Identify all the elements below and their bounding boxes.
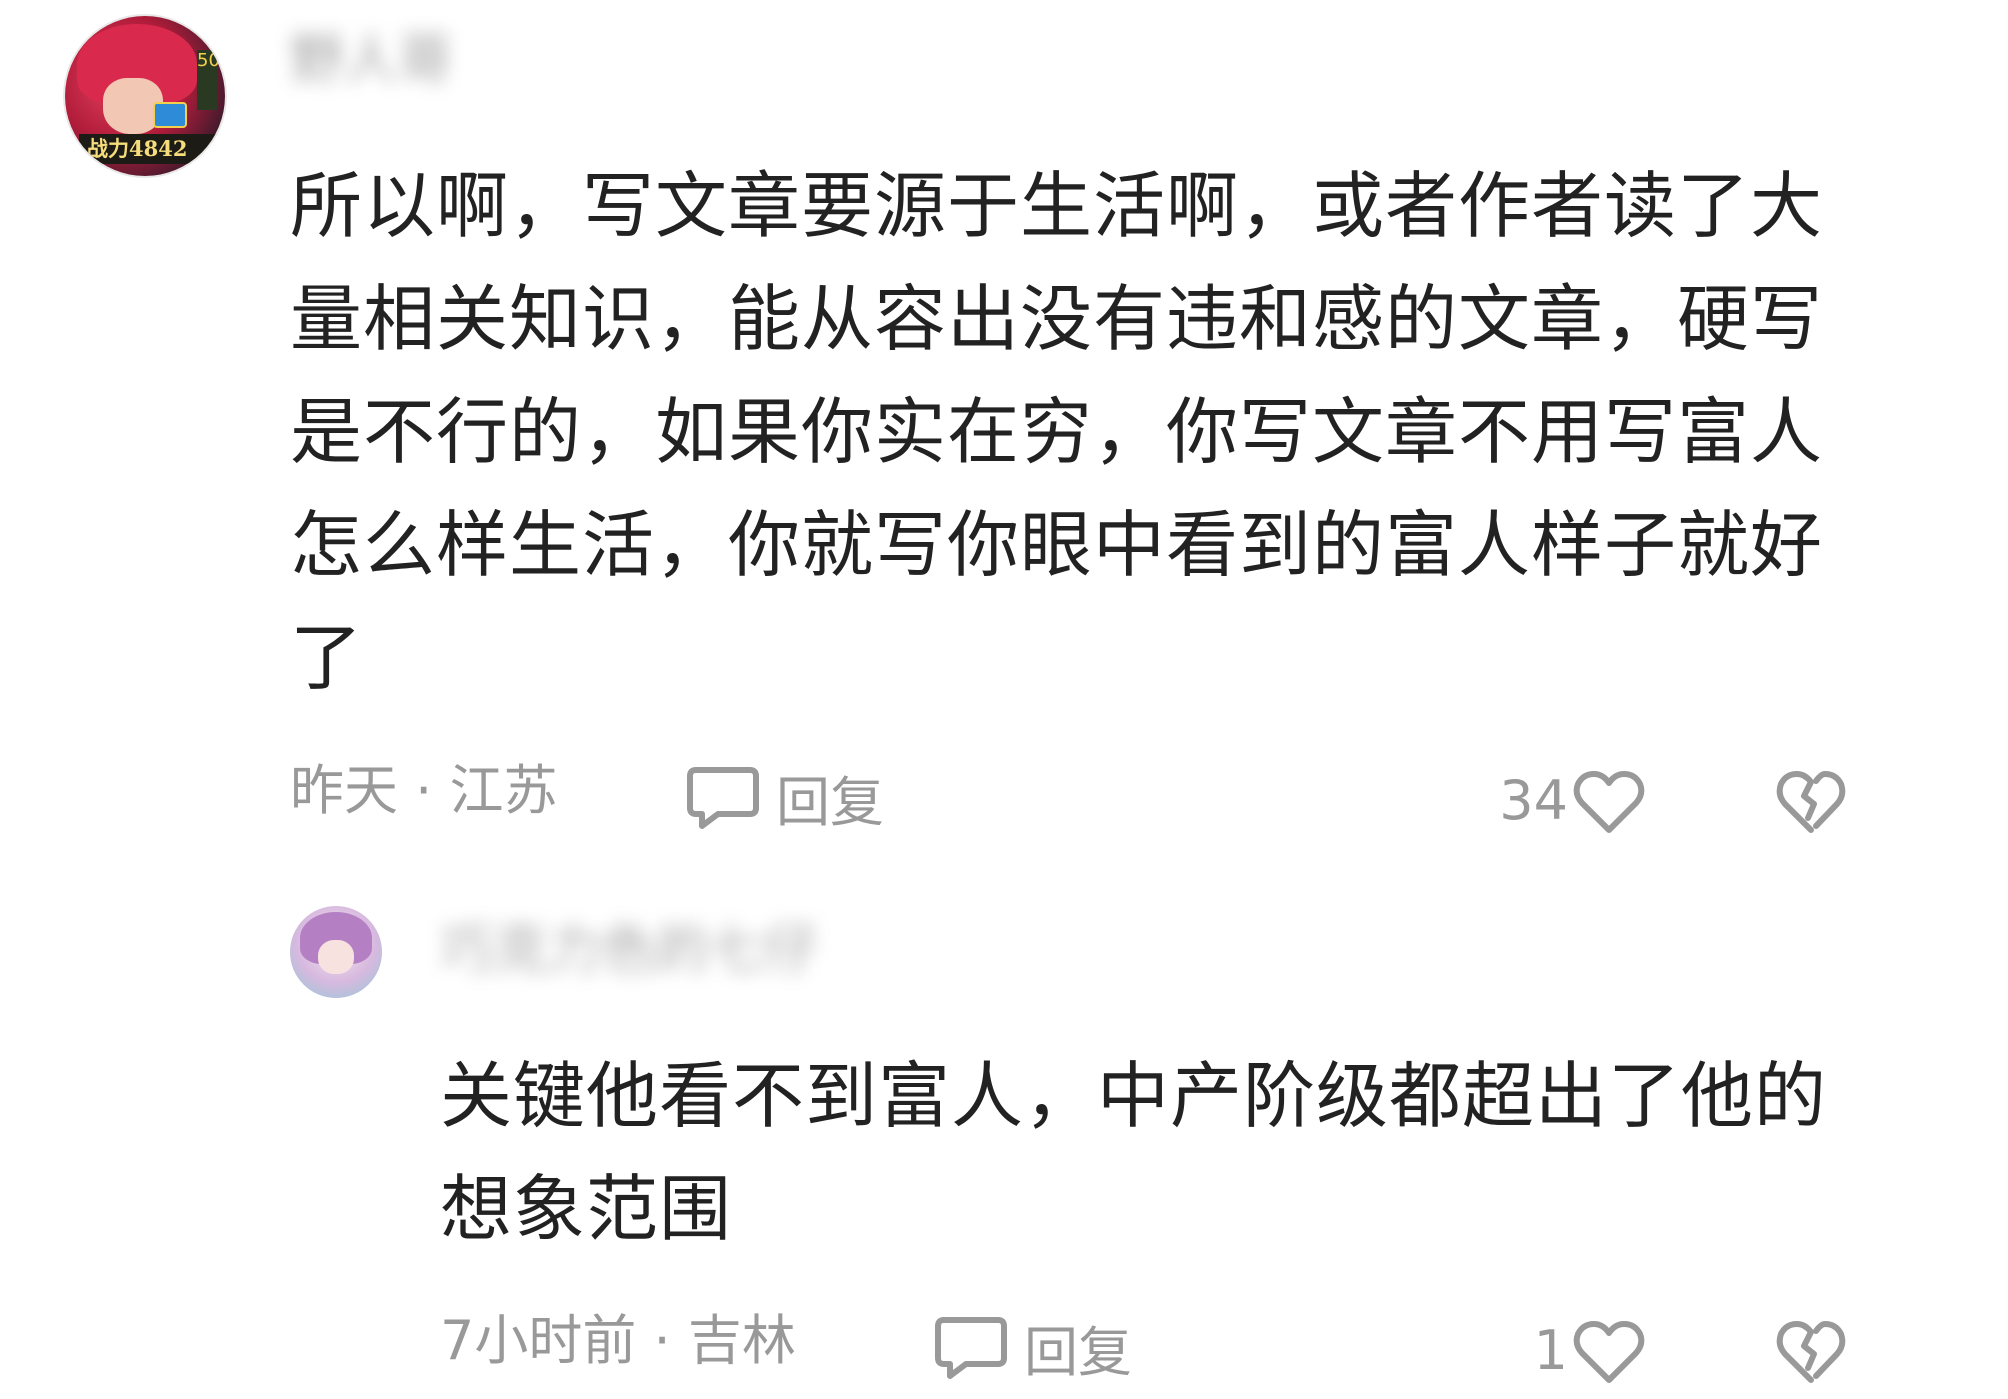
reply-button[interactable]: 回复 xyxy=(934,1302,1132,1392)
broken-heart-icon[interactable] xyxy=(1776,1320,1846,1386)
comment-text: 关键他看不到富人，中产阶级都超出了他的想象范围 xyxy=(440,1054,1828,1251)
avatar-face xyxy=(318,940,354,974)
avatar[interactable] xyxy=(290,906,382,998)
speech-bubble-icon xyxy=(935,1317,1007,1379)
heart-icon[interactable] xyxy=(1572,1320,1646,1386)
comment-meta: 7小时前 · 吉林 xyxy=(440,1309,796,1372)
reply-comment-item: 巧克力色的七仔 关键他看不到富人，中产阶级都超出了他的想象范围 7小时前 · 吉… xyxy=(0,0,2008,1399)
username[interactable]: 巧克力色的七仔 xyxy=(440,910,818,990)
like-count: 1 xyxy=(1533,1319,1568,1382)
reply-label: 回复 xyxy=(1024,1320,1132,1384)
